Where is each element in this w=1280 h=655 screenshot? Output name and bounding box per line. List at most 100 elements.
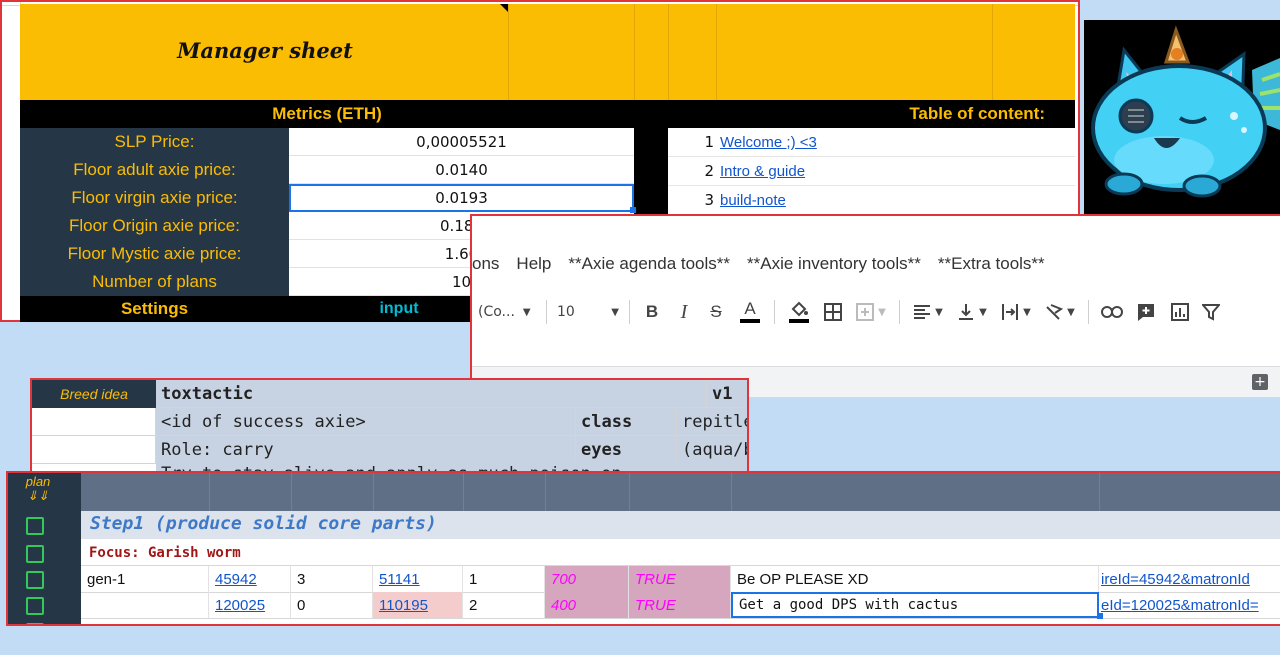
toc-number: 2 <box>704 162 714 180</box>
class-value[interactable]: repitle <box>677 408 747 436</box>
insert-chart-icon[interactable] <box>1163 297 1197 327</box>
font-size-value: 10 <box>557 304 575 320</box>
toc-link-build-note[interactable]: build-note <box>720 192 786 209</box>
font-family-value: (Co... <box>478 304 515 320</box>
plan-checkbox[interactable] <box>26 623 44 624</box>
gen-cell[interactable]: gen-1 <box>81 566 209 592</box>
metric-label-plans: Number of plans <box>92 272 217 291</box>
toolbar-divider <box>546 300 547 324</box>
plan-checkbox[interactable] <box>26 597 44 615</box>
table-row: gen-1 45942 3 51141 1 700 TRUE Be OP PLE… <box>81 566 1280 593</box>
matron-id-link[interactable]: 110195 <box>373 592 463 618</box>
borders-icon[interactable] <box>817 297 849 327</box>
matron-breeds-cell[interactable]: 2 <box>463 592 545 618</box>
metric-label-origin: Floor Origin axie price: <box>68 216 240 235</box>
step-title[interactable]: Step1 (produce solid core parts) <box>90 513 437 534</box>
metric-value-adult[interactable]: 0.0140 <box>289 156 634 184</box>
toolbar: (Co... ▼ 10 ▼ B I S A ▼ ▼ ▼ ▼ ▼ <box>472 292 1280 332</box>
menu-help[interactable]: Help <box>516 254 551 274</box>
text-color-icon[interactable]: A <box>732 297 768 327</box>
filter-icon[interactable] <box>1197 297 1225 327</box>
plan-checkbox[interactable] <box>26 517 44 535</box>
metric-label-adult: Floor adult axie price: <box>73 160 236 179</box>
fill-color-icon[interactable] <box>781 297 817 327</box>
plan-checkbox[interactable] <box>26 545 44 563</box>
settings-label: Settings <box>120 299 189 318</box>
toc-link-intro[interactable]: Intro & guide <box>720 163 805 180</box>
breed-id[interactable]: <id of success axie> <box>156 408 576 436</box>
strikethrough-icon[interactable]: S <box>700 297 732 327</box>
toc-item[interactable]: 1 Welcome ;) <3 <box>668 128 1075 157</box>
plan-tag: plan ⇓⇓ <box>25 474 51 503</box>
breed-version[interactable]: v1 <box>707 380 747 408</box>
sheet-title: Manager sheet <box>177 38 353 63</box>
selection-handle[interactable] <box>630 207 636 213</box>
metric-label-virgin: Floor virgin axie price: <box>71 188 238 207</box>
focus-label[interactable]: Focus: Garish worm <box>89 545 241 561</box>
plan-checkbox[interactable] <box>26 571 44 589</box>
cost-cell[interactable]: 700 <box>545 566 629 592</box>
toolbar-divider <box>899 300 900 324</box>
breed-idea-tag: Breed idea <box>32 380 156 408</box>
bold-icon[interactable]: B <box>636 297 668 327</box>
breed-url-link[interactable]: ireId=45942&matronId <box>1099 566 1280 592</box>
text-rotation-icon[interactable]: ▼ <box>1038 297 1082 327</box>
toc-list: 1 Welcome ;) <3 2 Intro & guide 3 build-… <box>668 128 1075 215</box>
breed-name[interactable]: toxtactic <box>156 380 707 408</box>
merge-cells-icon[interactable]: ▼ <box>849 297 893 327</box>
toolbar-divider <box>629 300 630 324</box>
matron-breeds-cell[interactable]: 1 <box>463 566 545 592</box>
plan-header-row <box>81 473 1280 511</box>
vertical-align-icon[interactable]: ▼ <box>950 297 994 327</box>
chevron-down-icon: ▼ <box>522 306 531 318</box>
toc-item[interactable]: 2 Intro & guide <box>668 157 1075 186</box>
metric-value-slp[interactable]: 0,00005521 <box>289 128 634 156</box>
text-wrap-icon[interactable]: ▼ <box>994 297 1038 327</box>
toc-number: 1 <box>704 133 714 151</box>
breed-url-link[interactable]: eId=120025&matronId= <box>1099 592 1280 618</box>
gen-cell[interactable] <box>81 592 209 618</box>
cost-cell[interactable]: 400 <box>545 592 629 618</box>
metric-label-mystic: Floor Mystic axie price: <box>67 244 242 263</box>
menu-bar: ons Help **Axie agenda tools** **Axie in… <box>472 246 1062 282</box>
add-icon[interactable]: + <box>1252 374 1268 390</box>
note-cell[interactable]: Get a good DPS with cactus <box>731 592 1099 618</box>
sire-id-link[interactable]: 45942 <box>209 566 291 592</box>
flag-cell[interactable]: TRUE <box>629 566 731 592</box>
font-family-select[interactable]: (Co... ▼ <box>472 297 540 327</box>
empty-cell[interactable] <box>32 408 156 436</box>
selection-handle[interactable] <box>1097 613 1103 619</box>
class-label[interactable]: class <box>576 408 677 436</box>
empty-cell[interactable] <box>32 436 156 464</box>
note-cell[interactable]: Be OP PLEASE XD <box>731 566 1099 592</box>
metric-value-virgin[interactable]: 0.0193 <box>289 184 634 212</box>
toolbar-divider <box>1088 300 1089 324</box>
toc-header: Table of content: <box>668 100 1075 128</box>
font-size-select[interactable]: 10 ▼ <box>553 297 623 327</box>
menu-extra-tools[interactable]: **Extra tools** <box>938 254 1045 274</box>
sire-breeds-cell[interactable]: 3 <box>291 566 373 592</box>
metric-labels: SLP Price: Floor adult axie price: Floor… <box>20 128 289 296</box>
sire-breeds-cell[interactable]: 0 <box>291 592 373 618</box>
sire-id-link[interactable]: 120025 <box>209 592 291 618</box>
toc-link-welcome[interactable]: Welcome ;) <3 <box>720 134 817 151</box>
chevron-down-icon: ▼ <box>611 306 619 318</box>
plan-panel: plan ⇓⇓ Step1 (produce solid core parts)… <box>6 471 1280 626</box>
menu-toolbar-panel: ons Help **Axie agenda tools** **Axie in… <box>470 214 1280 397</box>
breed-idea-panel: Breed idea toxtactic v1 <id of success a… <box>30 378 749 474</box>
italic-icon[interactable]: I <box>668 297 700 327</box>
metric-label-slp: SLP Price: <box>114 132 195 151</box>
insert-comment-icon[interactable] <box>1129 297 1163 327</box>
plan-sidebar: plan ⇓⇓ <box>8 473 81 624</box>
menu-axie-agenda-tools[interactable]: **Axie agenda tools** <box>568 254 730 274</box>
insert-link-icon[interactable] <box>1095 297 1129 327</box>
matron-id-link[interactable]: 51141 <box>373 566 463 592</box>
toc-item[interactable]: 3 build-note <box>668 186 1075 215</box>
flag-cell[interactable]: TRUE <box>629 592 731 618</box>
focus-row <box>81 539 1280 566</box>
toolbar-divider <box>774 300 775 324</box>
note-corner-marker <box>500 4 508 12</box>
menu-axie-inventory-tools[interactable]: **Axie inventory tools** <box>747 254 921 274</box>
menu-extensions[interactable]: ons <box>472 254 499 274</box>
horizontal-align-icon[interactable]: ▼ <box>906 297 950 327</box>
